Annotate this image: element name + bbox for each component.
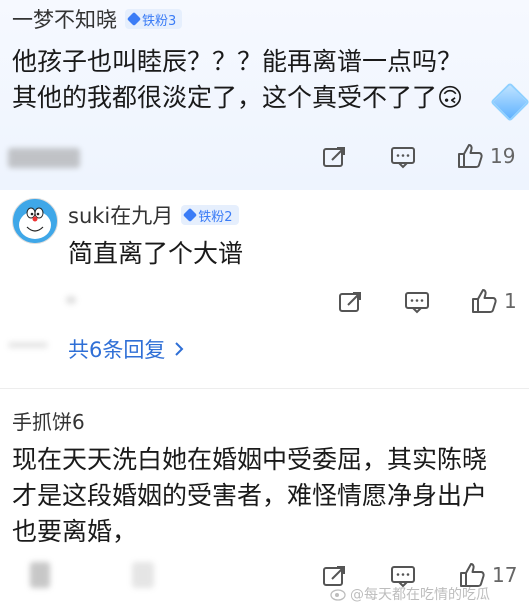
view-replies-link[interactable]: 共6条回复 [68,334,185,364]
comment-3-username[interactable]: 手抓饼6 [12,406,85,435]
comment-2-time-blur [66,296,76,304]
comment-1: 一梦不知晓 铁粉3 他孩子也叫睦辰？？？能再离谱一点吗？ 其他的我都很淡定了，这… [0,0,529,190]
diamond-sticker-icon [490,82,529,122]
avatar[interactable] [12,198,58,244]
comment-3-text: 现在天天洗白她在婚姻中受委屈，其实陈晓 才是这段婚姻的受害者，难怪情愿净身出户 … [12,442,487,550]
comment-2-reply-button[interactable] [404,290,430,314]
like-icon [458,144,483,168]
comment-1-reply-button[interactable] [390,145,416,169]
comment-3-line-2: 才是这段婚姻的受害者，难怪情愿净身出户 [12,481,488,510]
comment-icon [405,292,429,314]
watermark: @每天都在吃情的吃瓜 [330,584,490,604]
comment-1-badge-label: 铁粉3 [142,13,177,29]
share-icon [339,292,361,312]
replies-left-blur [8,342,48,348]
comment-1-username[interactable]: 一梦不知晓 [12,4,117,34]
doraemon-avatar [13,199,57,243]
comment-1-line-1: 他孩子也叫睦辰？？？能再离谱一点吗？ [12,47,463,76]
comment-2-like-button[interactable]: 1 [470,288,517,314]
comment-1-like-count: 19 [490,144,516,168]
comment-1-time-blur [8,148,80,168]
comment-2-text: 简直离了个大谱 [68,239,244,268]
weibo-logo-icon [330,589,346,601]
comment-1-like-button[interactable]: 19 [456,143,515,169]
comment-2-badge-label: 铁粉2 [198,209,233,225]
comment-1-text: 他孩子也叫睦辰？？？能再离谱一点吗？ 其他的我都很淡定了，这个真受不了了🙃 [12,44,463,116]
comment-2-username[interactable]: suki在九月 [68,200,173,230]
chevron-right-icon [175,342,184,356]
view-replies-label: 共6条回复 [68,338,166,362]
comment-1-fan-badge[interactable]: 铁粉3 [125,9,183,29]
like-icon [472,289,497,313]
comment-2-share-button[interactable] [338,290,364,314]
comment-3-like-count: 17 [492,563,518,587]
comment-2-fan-badge[interactable]: 铁粉2 [181,205,239,225]
comment-3-line-1: 现在天天洗白她在婚姻中受委屈，其实陈晓 [12,445,488,474]
comment-3-line-3: 也要离婚， [12,517,138,546]
comment-2: suki在九月 铁粉2 简直离了个大谱 1 共6条回复 [0,190,529,370]
share-icon [323,147,345,167]
comment-3: 手抓饼6 现在天天洗白她在婚姻中受委屈，其实陈晓 才是这段婚姻的受害者，难怪情愿… [0,396,529,605]
comment-1-line-2: 其他的我都很淡定了，这个真受不了了🙃 [12,83,464,112]
diamond-icon [183,207,198,223]
comment-divider [0,388,529,389]
comment-2-like-count: 1 [504,289,517,313]
comment-icon [391,147,415,169]
comment-3-location-blur [132,562,154,588]
watermark-text: @每天都在吃情的吃瓜 [350,587,490,603]
diamond-icon [126,11,142,27]
comment-3-time-blur [30,562,50,588]
comment-1-share-button[interactable] [322,145,348,169]
